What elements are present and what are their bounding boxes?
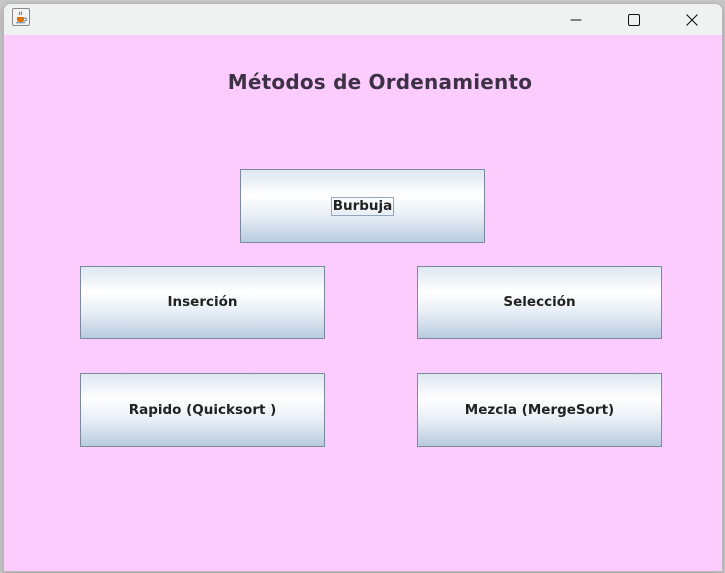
seleccion-button-label: Selección xyxy=(503,294,576,310)
quicksort-button[interactable]: Rapido (Quicksort ) xyxy=(80,373,325,447)
content-panel: Métodos de Ordenamiento Burbuja Inserció… xyxy=(4,35,722,571)
close-button[interactable] xyxy=(669,4,715,35)
app-window: Métodos de Ordenamiento Burbuja Inserció… xyxy=(4,4,722,571)
page-title: Métodos de Ordenamiento xyxy=(227,70,533,94)
burbuja-button[interactable]: Burbuja xyxy=(240,169,485,243)
insercion-button-label: Inserción xyxy=(167,294,238,310)
seleccion-button[interactable]: Selección xyxy=(417,266,662,339)
maximize-icon xyxy=(628,13,640,26)
title-bar[interactable] xyxy=(4,4,722,35)
mergesort-button-label: Mezcla (MergeSort) xyxy=(464,401,615,418)
minimize-button[interactable] xyxy=(553,4,599,35)
burbuja-button-label: Burbuja xyxy=(330,196,395,216)
mergesort-button[interactable]: Mezcla (MergeSort) xyxy=(417,373,662,447)
minimize-icon xyxy=(570,19,582,20)
close-icon xyxy=(686,13,698,26)
maximize-button[interactable] xyxy=(611,4,657,35)
quicksort-button-label: Rapido (Quicksort ) xyxy=(128,401,277,418)
java-cup-icon[interactable] xyxy=(12,8,30,26)
insercion-button[interactable]: Inserción xyxy=(80,266,325,339)
